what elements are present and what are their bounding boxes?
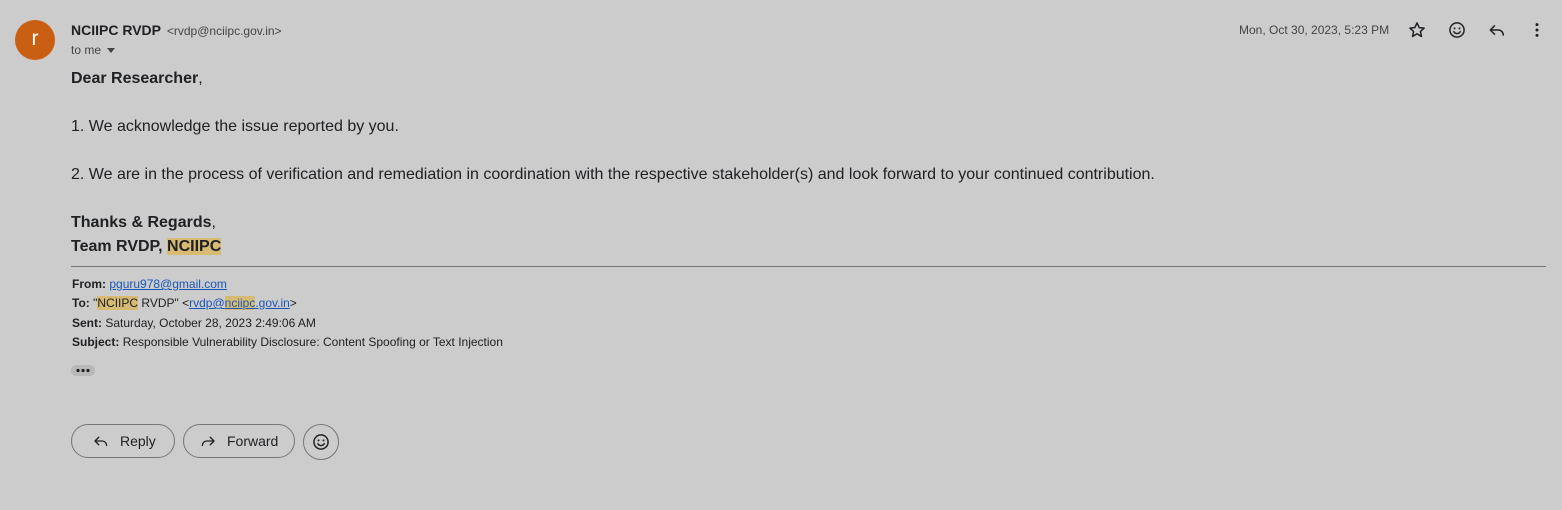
sender-name[interactable]: NCIIPC RVDP bbox=[71, 22, 161, 38]
signature-team: Team RVDP, bbox=[71, 238, 168, 255]
signature: Team RVDP, NCIIPC bbox=[71, 238, 222, 256]
quoted-subject: Subject: Responsible Vulnerability Discl… bbox=[72, 335, 503, 349]
to-email-user: rvdp@ bbox=[189, 296, 225, 310]
sender-email: <rvdp@nciipc.gov.in> bbox=[166, 24, 282, 38]
closing-text: Thanks & Regards bbox=[71, 214, 212, 231]
sender-avatar[interactable]: r bbox=[15, 20, 55, 60]
reply-label: Reply bbox=[120, 433, 156, 449]
quoted-to: To: "NCIIPC RVDP" <rvdp@nciipc.gov.in> bbox=[72, 296, 297, 310]
to-email-highlight: nciipc bbox=[224, 296, 256, 310]
more-vert-icon[interactable] bbox=[1527, 20, 1547, 40]
chevron-down-icon[interactable] bbox=[107, 48, 116, 54]
to-close: > bbox=[289, 296, 297, 310]
more-horiz-icon bbox=[76, 368, 90, 373]
reply-icon[interactable] bbox=[1487, 20, 1507, 40]
react-emoji-button[interactable] bbox=[303, 424, 339, 460]
to-name-rest: RVDP" < bbox=[138, 296, 190, 310]
reply-icon bbox=[94, 436, 108, 447]
from-label: From: bbox=[72, 277, 106, 291]
signature-org: NCIIPC bbox=[167, 238, 222, 255]
sent-value: Saturday, October 28, 2023 2:49:06 AM bbox=[105, 316, 316, 330]
forward-button[interactable]: Forward bbox=[183, 424, 295, 458]
greeting: Dear Researcher, bbox=[71, 70, 203, 88]
sender-info: NCIIPC RVDP <rvdp@nciipc.gov.in> bbox=[71, 22, 282, 38]
sent-label: Sent: bbox=[72, 316, 102, 330]
recipient-details-toggle[interactable]: to me bbox=[71, 43, 116, 57]
greeting-text: Dear Researcher bbox=[71, 70, 199, 87]
greeting-comma: , bbox=[198, 70, 203, 87]
subject-label: Subject: bbox=[72, 335, 120, 349]
show-trimmed-content-button[interactable] bbox=[71, 365, 95, 376]
reply-button[interactable]: Reply bbox=[71, 424, 175, 458]
body-line-1: 1. We acknowledge the issue reported by … bbox=[71, 118, 399, 135]
star-icon[interactable] bbox=[1407, 20, 1427, 40]
closing: Thanks & Regards, bbox=[71, 214, 216, 232]
subject-value: Responsible Vulnerability Disclosure: Co… bbox=[122, 335, 503, 349]
to-name-highlight: NCIIPC bbox=[97, 296, 139, 310]
to-label: To: bbox=[72, 296, 90, 310]
quoted-from: From: pguru978@gmail.com bbox=[72, 277, 227, 291]
recipient-label: to me bbox=[71, 43, 102, 57]
quoted-sent: Sent: Saturday, October 28, 2023 2:49:06… bbox=[72, 316, 316, 330]
closing-comma: , bbox=[211, 214, 216, 231]
from-email-link[interactable]: pguru978@gmail.com bbox=[109, 277, 227, 291]
body-line-2: 2. We are in the process of verification… bbox=[71, 166, 1155, 183]
to-email-domain: .gov.in bbox=[255, 296, 290, 310]
emoji-icon bbox=[313, 434, 329, 450]
to-email-link[interactable]: rvdp@nciipc.gov.in bbox=[189, 296, 290, 310]
forward-icon bbox=[201, 436, 215, 447]
emoji-icon[interactable] bbox=[1447, 20, 1467, 40]
forward-label: Forward bbox=[227, 433, 279, 449]
quote-divider bbox=[71, 266, 1546, 267]
message-date: Mon, Oct 30, 2023, 5:23 PM bbox=[1239, 23, 1390, 37]
